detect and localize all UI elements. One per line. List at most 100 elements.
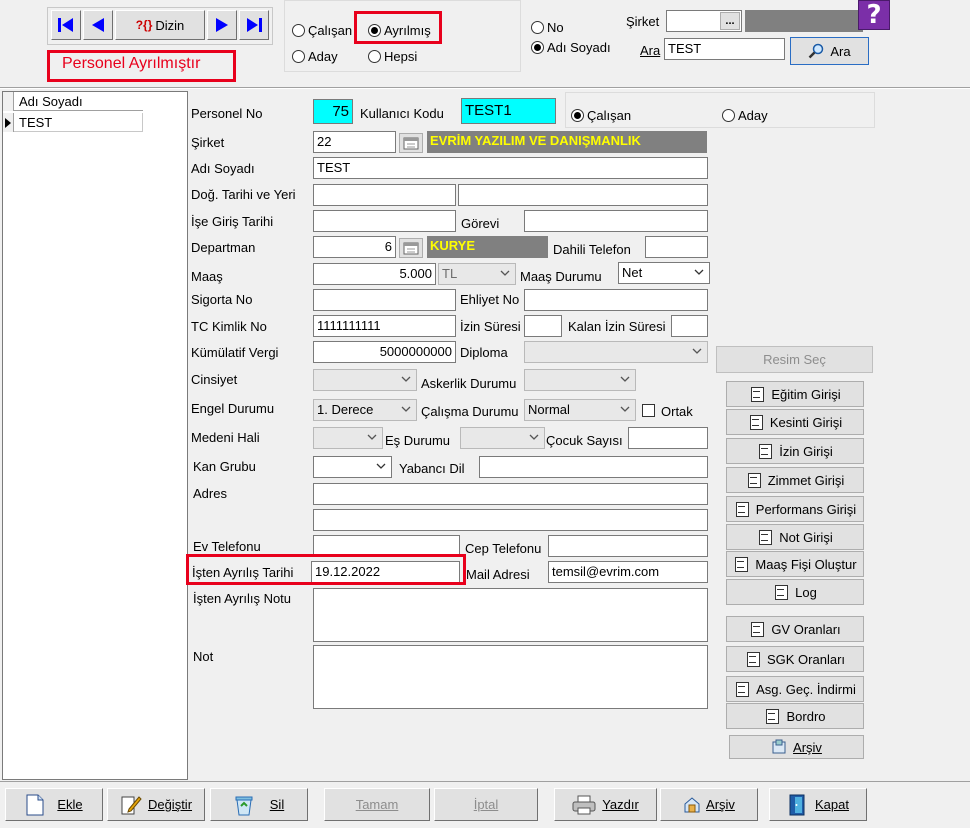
filter-hepsi-radio[interactable]: Hepsi — [368, 49, 417, 64]
not-field[interactable] — [313, 645, 708, 709]
side-arsiv-button[interactable]: Arşiv — [729, 735, 864, 759]
gv-oranlari-label: GV Oranları — [771, 621, 841, 637]
izin-suresi-field[interactable] — [524, 315, 562, 337]
cocuk-sayisi-field[interactable] — [628, 427, 708, 449]
sirket-no-field[interactable]: 22 — [313, 131, 396, 153]
maas-currency-value: TL — [442, 266, 458, 281]
ekle-button[interactable]: Ekle — [5, 788, 103, 821]
archive-icon — [771, 739, 787, 755]
chevron-down-icon — [374, 458, 388, 474]
resim-sec-button[interactable]: Resim Seç — [716, 346, 873, 373]
search-sirket-button[interactable]: ... — [720, 12, 740, 30]
sirket-lookup-button[interactable] — [399, 133, 423, 153]
diploma-label: Diploma — [460, 345, 508, 360]
asg-gec-indirimi-button[interactable]: Asg. Geç. İndirmi — [726, 676, 864, 702]
not-girisi-button[interactable]: Not Girişi — [726, 524, 864, 550]
kalan-izin-field[interactable] — [671, 315, 708, 337]
type-calisan-radio[interactable]: Çalışan — [571, 108, 631, 123]
grid-row-cell[interactable]: TEST — [19, 115, 52, 130]
dahili-telefon-field[interactable] — [645, 236, 708, 258]
es-durumu-select[interactable] — [460, 427, 545, 449]
search-ara-input[interactable]: TEST — [664, 38, 785, 60]
tc-kimlik-field[interactable]: 1111111111 — [313, 315, 456, 337]
chevron-down-icon — [365, 429, 379, 445]
degistir-button[interactable]: Değiştir — [107, 788, 205, 821]
next-icon — [216, 18, 228, 32]
gv-oranlari-button[interactable]: GV Oranları — [726, 616, 864, 642]
adi-soyadi-label: Adı Soyadı — [191, 161, 255, 176]
adi-soyadi-field[interactable]: TEST — [313, 157, 708, 179]
kesinti-girisi-button[interactable]: Kesinti Girişi — [726, 409, 864, 435]
sgk-oranlari-button[interactable]: SGK Oranları — [726, 646, 864, 672]
kullanici-kodu-field[interactable]: TEST1 — [461, 98, 556, 124]
document-icon — [734, 681, 750, 697]
performans-girisi-button[interactable]: Performans Girişi — [726, 496, 864, 522]
maas-durumu-value: Net — [622, 265, 643, 280]
chevron-down-icon — [618, 371, 632, 387]
egitim-girisi-button[interactable]: Eğitim Girişi — [726, 381, 864, 407]
adres-line2-field[interactable] — [313, 509, 708, 531]
log-label: Log — [795, 584, 817, 600]
sigorta-no-field[interactable] — [313, 289, 456, 311]
kumulatif-vergi-field[interactable]: 5000000000 — [313, 341, 456, 363]
log-button[interactable]: Log — [726, 579, 864, 605]
arsiv-button[interactable]: Arşiv — [660, 788, 758, 821]
previous-record-button[interactable] — [83, 10, 113, 40]
kapat-button[interactable]: Kapat — [769, 788, 867, 821]
iptal-button[interactable]: İptal — [434, 788, 538, 821]
sil-button[interactable]: Sil — [210, 788, 308, 821]
yabanci-dil-field[interactable] — [479, 456, 708, 478]
gorevi-field[interactable] — [524, 210, 708, 232]
dogum-yeri-field[interactable] — [458, 184, 708, 206]
departman-label: Departman — [191, 240, 256, 255]
zimmet-girisi-label: Zimmet Girişi — [767, 472, 845, 488]
document-icon — [749, 621, 765, 637]
search-ara-button[interactable]: Ara — [790, 37, 869, 65]
personnel-grid[interactable] — [2, 91, 188, 780]
bordro-button[interactable]: Bordro — [726, 703, 864, 729]
type-aday-radio[interactable]: Aday — [722, 108, 768, 123]
diploma-select[interactable] — [524, 341, 708, 363]
maas-field[interactable]: 5.000 — [313, 263, 436, 285]
next-record-button[interactable] — [207, 10, 237, 40]
status-banner: Personel Ayrılmıştır — [62, 55, 201, 72]
personel-no-label: Personel No — [191, 106, 263, 121]
calisma-durumu-label: Çalışma Durumu — [421, 404, 519, 419]
ise-giris-field[interactable] — [313, 210, 456, 232]
ayrilis-notu-field[interactable] — [313, 588, 708, 642]
maas-fisi-button[interactable]: Maaş Fişi Oluştur — [726, 551, 864, 577]
kan-grubu-label: Kan Grubu — [193, 459, 256, 474]
zimmet-girisi-button[interactable]: Zimmet Girişi — [726, 467, 864, 493]
tamam-button[interactable]: Tamam — [324, 788, 430, 821]
kan-grubu-select[interactable] — [313, 456, 392, 478]
izin-girisi-button[interactable]: İzin Girişi — [726, 438, 864, 464]
first-record-button[interactable] — [51, 10, 81, 40]
cinsiyet-select[interactable] — [313, 369, 417, 391]
filter-highlight-box — [354, 11, 442, 44]
grid-row-indicator — [3, 113, 14, 132]
filter-aday-radio[interactable]: Aday — [292, 49, 338, 64]
maas-currency-select[interactable]: TL — [438, 263, 516, 285]
cep-telefonu-field[interactable] — [548, 535, 708, 557]
calisma-durumu-select[interactable]: Normal — [524, 399, 636, 421]
search-adisoyadi-radio[interactable]: Adı Soyadı — [531, 40, 611, 55]
dizin-button[interactable]: ?{} Dizin — [115, 10, 205, 40]
departman-lookup-button[interactable] — [399, 238, 423, 258]
dogum-tarihi-field[interactable] — [313, 184, 456, 206]
ortak-checkbox[interactable] — [642, 404, 655, 417]
search-no-radio[interactable]: No — [531, 20, 564, 35]
adres-line1-field[interactable] — [313, 483, 708, 505]
ehliyet-no-field[interactable] — [524, 289, 708, 311]
help-icon[interactable]: ? — [858, 0, 890, 30]
grid-column-header[interactable]: Adı Soyadı — [19, 94, 83, 109]
departman-no-field[interactable]: 6 — [313, 236, 396, 258]
document-icon — [734, 501, 750, 517]
medeni-hali-select[interactable] — [313, 427, 383, 449]
maas-durumu-select[interactable]: Net — [618, 262, 710, 284]
last-record-button[interactable] — [239, 10, 269, 40]
engel-durumu-select[interactable]: 1. Derece — [313, 399, 417, 421]
yazdir-button[interactable]: Yazdır — [554, 788, 657, 821]
mail-adresi-field[interactable]: temsil@evrim.com — [548, 561, 708, 583]
filter-calisan-radio[interactable]: Çalışan — [292, 23, 352, 38]
askerlik-select[interactable] — [524, 369, 636, 391]
